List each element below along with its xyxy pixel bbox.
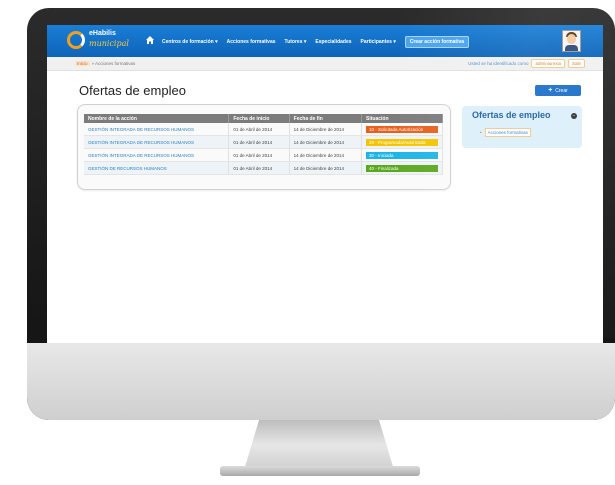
logo-text-secondary: municipal [89, 39, 129, 48]
column-header-name[interactable]: Nombre de la acción [84, 114, 230, 123]
action-name-link[interactable]: GESTIÓN INTEGRADA DE RECURSOS HUMANOS [84, 148, 230, 162]
column-header-status[interactable]: Situación [361, 114, 443, 123]
monitor-base [220, 466, 420, 476]
plus-icon: + [548, 87, 553, 94]
create-button-label: Crear [555, 87, 568, 94]
avatar[interactable] [562, 30, 581, 52]
session-info: Usted se ha identificado como adminiurex… [468, 59, 585, 68]
end-date-cell: 14 de Diciembre de 2014 [289, 148, 363, 162]
table-header-row: Nombre de la acción Fecha de inicio Fech… [84, 114, 443, 123]
logo-ring-icon [67, 31, 85, 49]
screen: eHabilis municipal Centros de formación … [47, 25, 603, 343]
table-row: GESTIÓN INTEGRADA DE RECURSOS HUMANOS 01… [84, 123, 443, 136]
side-panel: Ofertas de empleo − • Acciones formativa… [462, 106, 582, 148]
action-name-link[interactable]: GESTIÓN INTEGRADA DE RECURSOS HUMANOS [84, 123, 230, 136]
nav-item-especialidades[interactable]: Especialidades [315, 39, 351, 45]
collapse-icon[interactable]: − [571, 113, 577, 119]
side-panel-item: • Acciones formativas [480, 128, 531, 137]
nav-item-centros[interactable]: Centros de formación [162, 39, 218, 45]
start-date-cell: 01 de Abril de 2014 [228, 148, 290, 162]
action-name-link[interactable]: GESTIÓN DE RECURSOS HUMANOS [84, 161, 230, 175]
breadcrumb-home[interactable]: Inicio [75, 61, 90, 66]
logout-button[interactable]: Salir [567, 59, 585, 68]
start-date-cell: 01 de Abril de 2014 [228, 135, 290, 149]
session-user-button[interactable]: adminiurexia [531, 59, 565, 68]
status-cell: 30 - Iniciada [361, 148, 443, 162]
status-cell: 20 - Programada/Autorizada [361, 135, 443, 149]
session-text: Usted se ha identificado como [468, 61, 529, 66]
monitor-chin [27, 343, 615, 420]
end-date-cell: 14 de Diciembre de 2014 [289, 135, 363, 149]
avatar-face [567, 34, 576, 44]
app-logo[interactable]: eHabilis municipal [67, 29, 129, 53]
nav-item-tutores[interactable]: Tutores [285, 39, 307, 45]
side-link-acciones[interactable]: Acciones formativas [484, 128, 531, 137]
create-action-button[interactable]: Crear acción formativa [404, 36, 470, 48]
breadcrumb-current: » Acciones formativas [91, 61, 136, 66]
column-header-start[interactable]: Fecha de inicio [228, 114, 290, 123]
end-date-cell: 14 de Diciembre de 2014 [289, 161, 363, 175]
start-date-cell: 01 de Abril de 2014 [228, 161, 290, 175]
main-nav: Centros de formación Acciones formativas… [162, 36, 470, 48]
end-date-cell: 14 de Diciembre de 2014 [289, 123, 363, 136]
action-name-link[interactable]: GESTIÓN INTEGRADA DE RECURSOS HUMANOS [84, 135, 230, 149]
monitor-stand [244, 420, 394, 470]
start-date-cell: 01 de Abril de 2014 [228, 123, 290, 136]
table-row: GESTIÓN INTEGRADA DE RECURSOS HUMANOS 01… [84, 135, 443, 149]
table-container: Nombre de la acción Fecha de inicio Fech… [77, 104, 451, 190]
status-badge: 20 - Programada/Autorizada [366, 138, 438, 146]
nav-item-acciones[interactable]: Acciones formativas [227, 39, 276, 45]
page-title: Ofertas de empleo [79, 83, 186, 98]
top-navbar: eHabilis municipal Centros de formación … [47, 25, 603, 57]
status-cell: 40 - Finalizada [361, 161, 443, 175]
side-panel-title: Ofertas de empleo [472, 110, 551, 120]
breadcrumb: Inicio » Acciones formativas [75, 61, 135, 66]
table-row: GESTIÓN DE RECURSOS HUMANOS 01 de Abril … [84, 161, 443, 175]
logo-text-primary: eHabilis [89, 30, 116, 37]
nav-item-participantes[interactable]: Participantes [361, 39, 396, 45]
bullet-icon: • [480, 130, 482, 135]
breadcrumb-bar: Inicio » Acciones formativas Usted se ha… [47, 57, 603, 71]
column-header-end[interactable]: Fecha de fin [289, 114, 363, 123]
home-icon[interactable] [145, 35, 155, 45]
actions-table: Nombre de la acción Fecha de inicio Fech… [84, 114, 443, 175]
status-cell: 10 - Solicitada Autorización [361, 123, 443, 136]
status-badge: 40 - Finalizada [366, 164, 438, 172]
table-row: GESTIÓN INTEGRADA DE RECURSOS HUMANOS 01… [84, 148, 443, 162]
status-badge: 10 - Solicitada Autorización [366, 125, 438, 133]
avatar-body [565, 45, 578, 51]
status-badge: 30 - Iniciada [366, 151, 438, 159]
create-button[interactable]: + Crear [535, 85, 581, 96]
